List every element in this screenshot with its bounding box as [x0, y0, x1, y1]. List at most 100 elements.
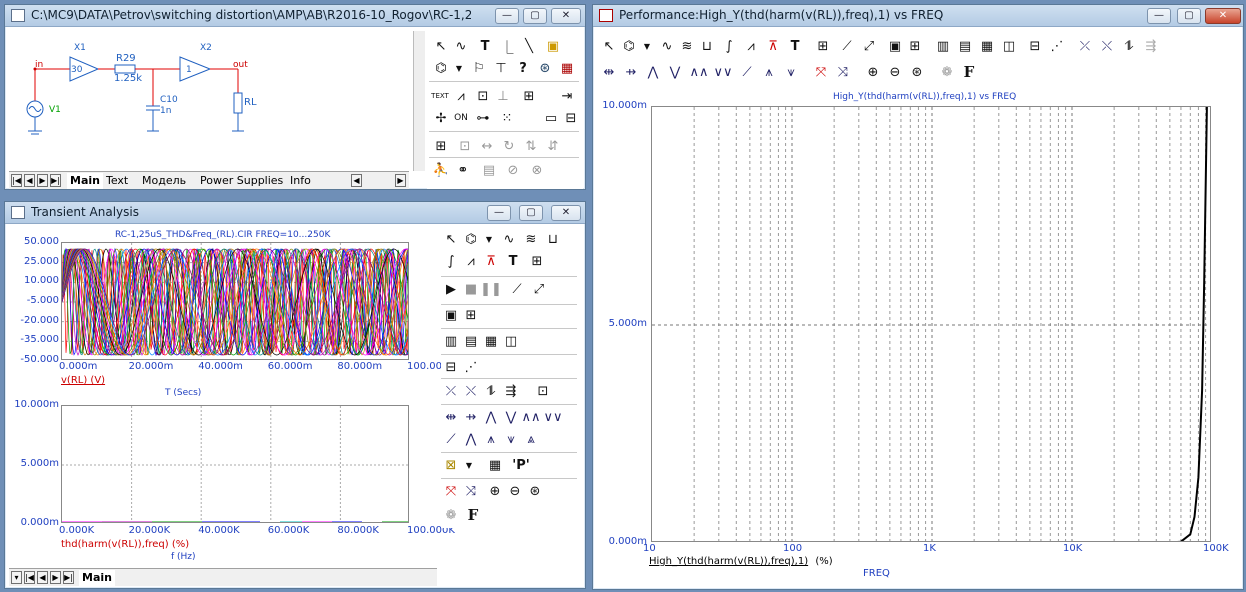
- text-label-icon[interactable]: TEXT: [431, 87, 449, 105]
- nav-next-button[interactable]: ▶: [37, 174, 48, 187]
- low-icon[interactable]: ∨∨: [543, 408, 563, 426]
- node-numbers-icon[interactable]: ⩘: [451, 87, 471, 105]
- fx-icon[interactable]: ∫: [441, 252, 461, 270]
- close-button[interactable]: ✕: [551, 8, 581, 24]
- stop-icon[interactable]: ■: [461, 280, 481, 298]
- cursor-b-icon[interactable]: ⤬: [1097, 37, 1117, 55]
- align-icon[interactable]: ⊡: [455, 137, 475, 155]
- table-icon[interactable]: ▦: [485, 456, 505, 474]
- component-icon[interactable]: ⌬: [431, 59, 451, 77]
- scale-icon[interactable]: ∿: [499, 230, 519, 248]
- peak-icon[interactable]: ⊼: [763, 37, 783, 55]
- transient-nav-down[interactable]: ▾: [11, 571, 22, 584]
- f-icon[interactable]: F: [959, 63, 979, 81]
- f-icon[interactable]: F: [463, 506, 483, 524]
- flip-icon[interactable]: ⇅: [521, 137, 541, 155]
- performance-maximize-button[interactable]: ▢: [1177, 8, 1201, 24]
- component-icon[interactable]: ⌬: [461, 230, 481, 248]
- schematic-titlebar[interactable]: C:\MC9\DATA\Petrov\switching distortion\…: [5, 5, 585, 27]
- high-icon[interactable]: ∧∧: [689, 63, 709, 81]
- cursor-ab-icon[interactable]: ⤧: [441, 482, 461, 500]
- peak-icon[interactable]: ⊼: [481, 252, 501, 270]
- p-label-icon[interactable]: 'P': [511, 456, 531, 474]
- cursor-a-icon[interactable]: ⤫: [441, 382, 461, 400]
- tab-text[interactable]: Text: [103, 173, 131, 189]
- frame-icon[interactable]: ▣: [885, 37, 905, 55]
- nav-last-button[interactable]: ▶|: [50, 174, 61, 187]
- flag-icon[interactable]: ▣: [543, 37, 563, 55]
- grid-icon[interactable]: ✢: [431, 109, 451, 127]
- pin-icon[interactable]: ⊡: [473, 87, 493, 105]
- text-icon[interactable]: T: [785, 37, 805, 55]
- performance-close-button[interactable]: ✕: [1205, 8, 1241, 24]
- component-icon[interactable]: ⌬: [619, 37, 639, 55]
- track-icon[interactable]: ⇶: [1141, 37, 1161, 55]
- dropdown-icon[interactable]: ▼: [449, 59, 469, 77]
- dropdown-icon[interactable]: ▼: [479, 230, 499, 248]
- pagebreak-icon[interactable]: ⊟: [561, 109, 581, 127]
- zoom-fit-icon[interactable]: ⊛: [525, 482, 545, 500]
- tick-grid-icon[interactable]: ◫: [501, 332, 521, 350]
- zoom-in-icon[interactable]: ⊕: [485, 482, 505, 500]
- graph-icon[interactable]: ⊔: [697, 37, 717, 55]
- line-icon[interactable]: ⟋: [837, 37, 857, 55]
- pause-icon[interactable]: ❚❚: [480, 280, 502, 298]
- wire-icon[interactable]: ∿: [451, 37, 471, 55]
- minimize-button[interactable]: —: [495, 8, 519, 24]
- diagonal-wire-icon[interactable]: ╲: [519, 37, 539, 55]
- flag-tool-icon[interactable]: ⚐: [469, 59, 489, 77]
- top-icon[interactable]: ⩓: [521, 430, 541, 448]
- transient-minimize-button[interactable]: —: [487, 205, 511, 221]
- point-line-icon[interactable]: ⤢: [529, 280, 549, 298]
- run-icon[interactable]: ▶: [441, 280, 461, 298]
- global-high-icon[interactable]: ⩚: [759, 63, 779, 81]
- peak-left-icon[interactable]: ⇹: [441, 408, 461, 426]
- peak-tool-icon[interactable]: ⋀: [643, 63, 663, 81]
- info-icon[interactable]: ▤: [479, 161, 499, 179]
- chart-settings-icon[interactable]: ⊡: [533, 382, 553, 400]
- bottom-axis-icon[interactable]: ⊟: [1025, 37, 1045, 55]
- maximize-button[interactable]: ▢: [523, 8, 547, 24]
- wave-icon[interactable]: ≋: [521, 230, 541, 248]
- transient-thd-plot[interactable]: [61, 405, 409, 523]
- nav-prev-button[interactable]: ◀: [24, 174, 35, 187]
- frame-icon[interactable]: ▣: [441, 306, 461, 324]
- transient-nav-last[interactable]: ▶|: [63, 571, 74, 584]
- ortho-wire-icon[interactable]: ⎿: [497, 37, 517, 56]
- tab-info[interactable]: Info: [287, 173, 314, 189]
- label-icon[interactable]: ⩘: [461, 252, 481, 270]
- properties-icon[interactable]: ⊞: [527, 252, 547, 270]
- line-icon[interactable]: ⟋: [507, 280, 527, 298]
- peak-right-icon[interactable]: ⇸: [461, 408, 481, 426]
- rotate-icon[interactable]: ↻: [499, 137, 519, 155]
- transient-nav-prev[interactable]: ◀: [37, 571, 48, 584]
- inflection-icon[interactable]: ⋀: [461, 430, 481, 448]
- grid-icon[interactable]: ⊞: [461, 306, 481, 324]
- zoom-out-icon[interactable]: ⊖: [505, 482, 525, 500]
- attribute-icon[interactable]: ⊞: [519, 87, 539, 105]
- tag-icon[interactable]: ⊠: [441, 456, 461, 474]
- track-icon[interactable]: ⇶: [501, 382, 521, 400]
- node-icon[interactable]: ⊤: [491, 59, 511, 77]
- minor-grid-icon[interactable]: ▦: [481, 332, 501, 350]
- cursor-a-icon[interactable]: ⤫: [1075, 37, 1095, 55]
- find-icon[interactable]: ⊛: [535, 59, 555, 77]
- dropdown-icon[interactable]: ▼: [637, 37, 657, 55]
- slope-icon[interactable]: ⟋: [441, 430, 461, 448]
- stop-icon[interactable]: ⊗: [527, 161, 547, 179]
- properties-icon[interactable]: ⊞: [813, 37, 833, 55]
- global-low-icon[interactable]: ⩛: [781, 63, 801, 81]
- high-icon[interactable]: ∧∧: [521, 408, 541, 426]
- fx-icon[interactable]: ∫: [719, 37, 739, 55]
- zoom-out-icon[interactable]: ⊖: [885, 63, 905, 81]
- probe-icon[interactable]: ⊥: [493, 87, 513, 105]
- brain-icon[interactable]: ❁: [441, 506, 461, 524]
- slope-icon[interactable]: ⟋: [737, 63, 757, 81]
- dot-grid-icon[interactable]: ⁙: [497, 109, 517, 127]
- wave-icon[interactable]: ≋: [677, 37, 697, 55]
- binoculars-icon[interactable]: ⚭: [453, 161, 473, 179]
- vgrid-icon[interactable]: ▥: [441, 332, 461, 350]
- point-line-icon[interactable]: ⤢: [859, 37, 879, 55]
- peak-right-icon[interactable]: ⇸: [621, 63, 641, 81]
- transient-nav-next[interactable]: ▶: [50, 571, 61, 584]
